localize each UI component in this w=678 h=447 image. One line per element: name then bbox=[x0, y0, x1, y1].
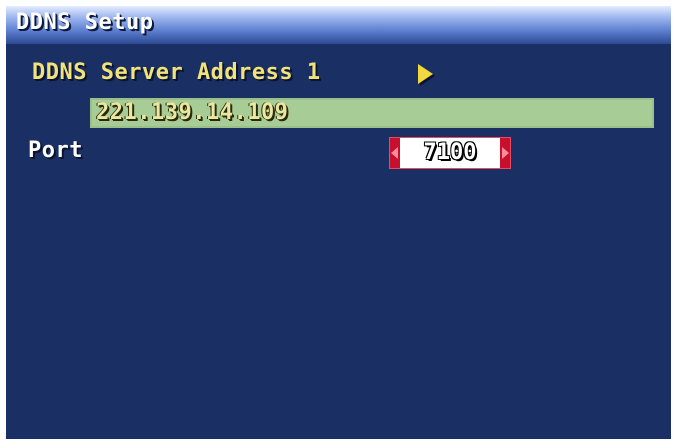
ddns-server-address-field[interactable]: 221.139.14.109 bbox=[90, 98, 654, 128]
port-label: Port bbox=[28, 138, 83, 163]
ddns-server-address-label: DDNS Server Address 1 bbox=[32, 60, 321, 85]
port-spinner[interactable]: 7100 bbox=[390, 138, 510, 168]
next-server-arrow-icon[interactable] bbox=[418, 64, 433, 84]
decrement-arrow-icon[interactable] bbox=[391, 147, 398, 159]
increment-arrow-icon[interactable] bbox=[502, 147, 509, 159]
title-bar: DDNS Setup bbox=[6, 6, 671, 44]
window-title: DDNS Setup bbox=[16, 10, 154, 35]
port-value: 7100 bbox=[423, 140, 477, 165]
ddns-server-address-value: 221.139.14.109 bbox=[96, 100, 289, 125]
ddns-setup-screen: DDNS Setup DDNS Server Address 1 221.139… bbox=[6, 6, 671, 439]
